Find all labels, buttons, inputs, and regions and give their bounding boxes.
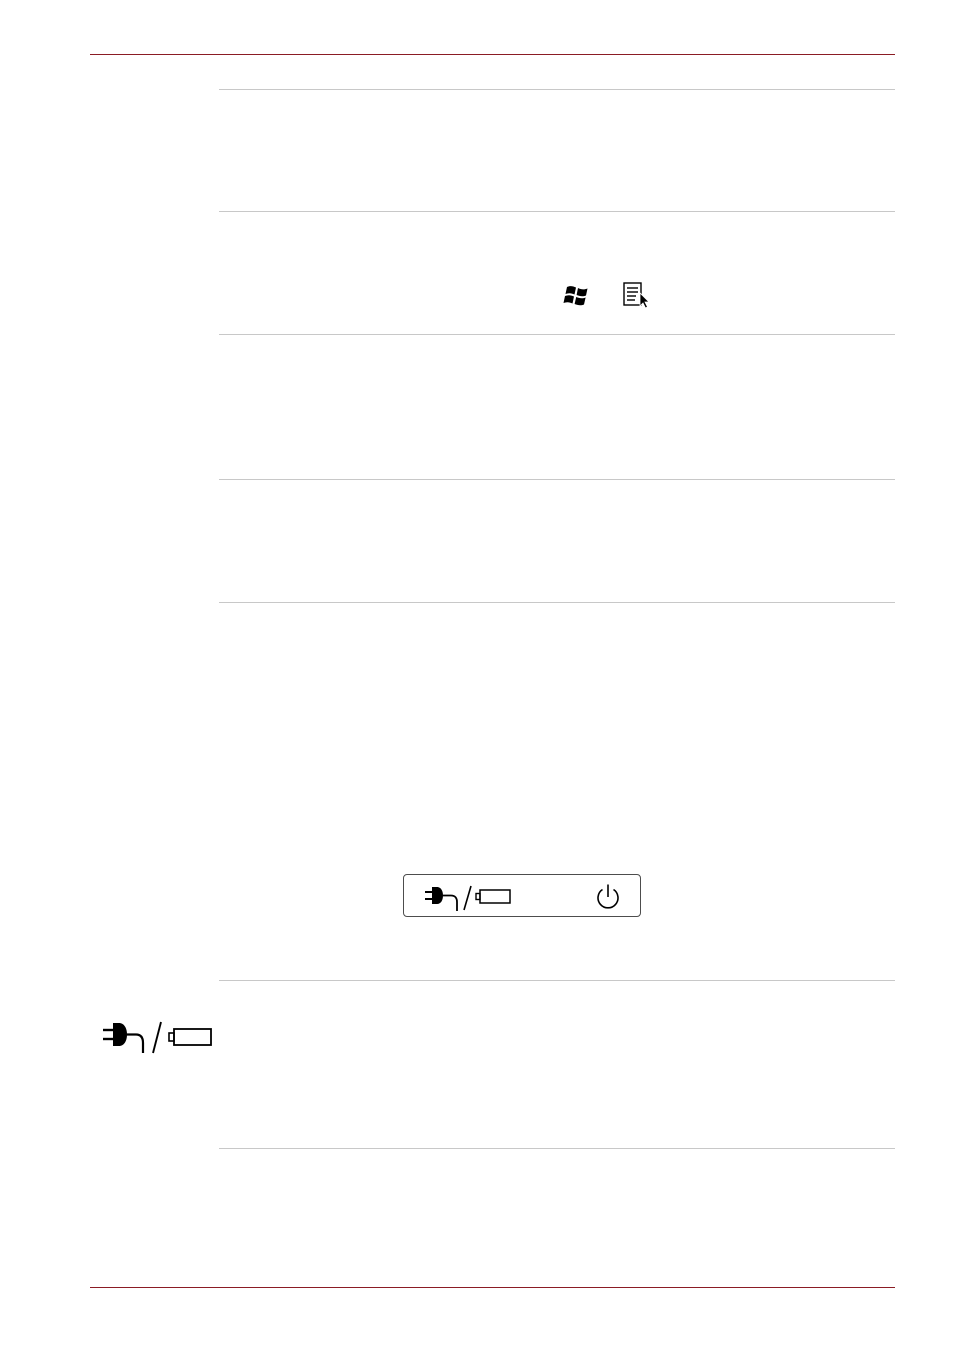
row-separator <box>219 89 895 90</box>
footer-rule <box>90 1287 895 1288</box>
row-separator <box>219 980 895 981</box>
header-rule <box>90 54 895 55</box>
indicator-panel <box>403 874 641 917</box>
row-separator <box>219 602 895 603</box>
row-separator <box>219 334 895 335</box>
power-icon <box>597 884 619 909</box>
dc-in-battery-icon <box>425 885 511 911</box>
row-separator <box>219 1148 895 1149</box>
windows-logo-icon <box>563 286 588 306</box>
row-separator <box>219 479 895 480</box>
row-separator <box>219 211 895 212</box>
application-menu-icon <box>623 282 650 309</box>
dc-in-battery-icon <box>103 1021 212 1054</box>
